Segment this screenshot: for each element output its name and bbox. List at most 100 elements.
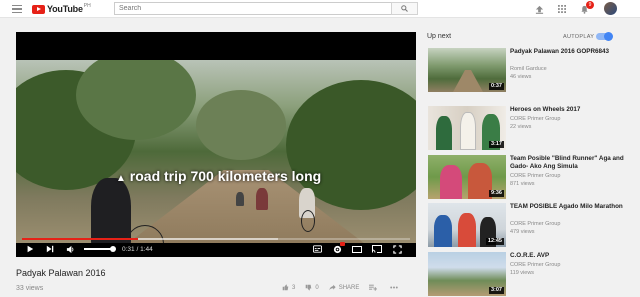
share-button[interactable]: SHARE [329,284,360,291]
theater-mode-button[interactable] [351,243,363,255]
add-to-playlist-icon [369,284,378,291]
channel-name[interactable]: CORE Primer Group [510,262,560,268]
cyclist [91,178,131,243]
scenery-tree [196,90,286,160]
autoplay-label: AUTOPLAY [563,34,595,40]
channel-name[interactable]: CORE Primer Group [510,116,560,122]
fullscreen-button[interactable] [391,243,403,255]
volume-knob[interactable] [110,246,116,252]
thumbs-up-icon [282,284,289,291]
upload-button[interactable] [533,3,545,15]
like-button[interactable]: 3 [282,284,295,291]
search-icon [401,5,408,12]
captions-button[interactable] [311,243,323,255]
video-thumbnail[interactable]: 3:17 [428,106,506,150]
thumbnail-person [436,116,452,150]
video-caption-text: ▲ road trip 700 kilometers long [116,168,321,184]
thumbnail-person [460,112,476,150]
add-to-playlist-button[interactable] [369,284,380,291]
autoplay-toggle-knob[interactable] [604,32,613,41]
theater-mode-icon [352,245,362,253]
logo-text: YouTube [47,4,83,14]
cast-button[interactable] [371,243,383,255]
cast-icon [372,245,382,253]
video-actions: 3 0 SHARE [282,284,411,291]
video-duration: 3:07 [488,287,504,294]
progress-bar[interactable] [22,238,410,240]
cyclist [236,192,244,206]
channel-name[interactable]: CORE Primer Group [510,221,560,227]
upload-icon [535,5,543,14]
fullscreen-icon [392,244,402,254]
share-label: SHARE [338,284,360,291]
video-duration: 12:45 [485,238,504,245]
thumbnail-road [453,70,483,92]
video-player[interactable]: ▲ road trip 700 kilometers long [16,32,416,257]
player-controls: 0:31 / 1:44 [16,241,416,257]
video-thumbnail[interactable]: 12:45 [428,203,506,247]
subtitles-icon [312,245,322,253]
progress-played [22,238,139,240]
recommended-view-count: 479 views [510,229,535,235]
time-display: 0:31 / 1:44 [122,245,153,253]
play-button[interactable] [24,243,36,255]
video-frame[interactable]: ▲ road trip 700 kilometers long [16,60,416,243]
recommended-view-count: 871 views [510,181,535,187]
recommended-view-count: 22 views [510,124,532,130]
recommended-view-count: 119 views [510,270,535,276]
mute-button[interactable] [64,243,76,255]
thumbnail-person [458,213,476,247]
like-count: 3 [292,284,296,291]
logo-country-code: PH [83,3,91,9]
view-count: 33 views [16,285,44,292]
dislike-count: 0 [315,284,319,291]
play-icon [27,245,34,253]
thumbnail-person [440,165,462,199]
hd-badge [340,242,345,246]
more-actions-button[interactable] [390,286,401,289]
search-button[interactable] [391,2,418,15]
video-duration: 0:37 [488,83,504,90]
bike-wheel [301,210,315,232]
thumbnail-person [434,215,452,247]
account-avatar[interactable] [604,2,617,15]
notification-count-badge: 9 [586,1,594,9]
youtube-logo[interactable]: YouTube PH [32,3,91,15]
recommended-video-title[interactable]: Padyak Palawan 2016 GOPR6843 [510,48,628,56]
search-input[interactable] [114,2,392,15]
next-button[interactable] [44,243,56,255]
share-icon [329,284,336,291]
recommended-video[interactable]: 12:45 TEAM POSIBLE Agado Milo Marathon C… [428,203,628,248]
video-duration: 3:17 [488,141,504,148]
settings-button[interactable] [331,242,345,255]
apps-button[interactable] [556,3,568,15]
channel-name[interactable]: Romil Garduce [510,66,547,72]
recommended-video-title[interactable]: Heroes on Wheels 2017 [510,106,628,114]
autoplay-toggle[interactable] [596,32,613,41]
skip-next-icon [46,245,54,253]
apps-grid-icon [558,5,566,13]
recommended-video-title[interactable]: C.O.R.E. AVP [510,252,628,260]
video-thumbnail[interactable]: 9:36 [428,155,506,199]
dislike-button[interactable]: 0 [305,284,319,291]
recommended-video[interactable]: 3:17 Heroes on Wheels 2017 CORE Primer G… [428,106,628,151]
video-thumbnail[interactable]: 3:07 [428,252,506,296]
volume-slider[interactable] [84,246,116,252]
recommended-video-title[interactable]: Team Posible "Blind Runner" Aga and Gado… [510,155,628,171]
recommended-video[interactable]: 0:37 Padyak Palawan 2016 GOPR6843 Romil … [428,48,628,93]
recommended-video[interactable]: 3:07 C.O.R.E. AVP CORE Primer Group 119 … [428,252,628,297]
recommended-video[interactable]: 9:36 Team Posible "Blind Runner" Aga and… [428,155,628,200]
up-next-heading: Up next [427,33,452,40]
recommended-view-count: 46 views [510,74,532,80]
masthead: YouTube PH 9 [0,0,640,18]
volume-icon [66,245,73,253]
youtube-play-icon [32,4,45,14]
recommended-video-title[interactable]: TEAM POSIBLE Agado Milo Marathon [510,203,628,211]
menu-icon[interactable] [12,5,22,14]
channel-name[interactable]: CORE Primer Group [510,173,560,179]
cyclist [256,188,268,210]
video-thumbnail[interactable]: 0:37 [428,48,506,92]
caption-text: road trip 700 kilometers long [129,168,322,184]
thumbs-down-icon [306,284,312,291]
video-title: Padyak Palawan 2016 [16,268,106,278]
